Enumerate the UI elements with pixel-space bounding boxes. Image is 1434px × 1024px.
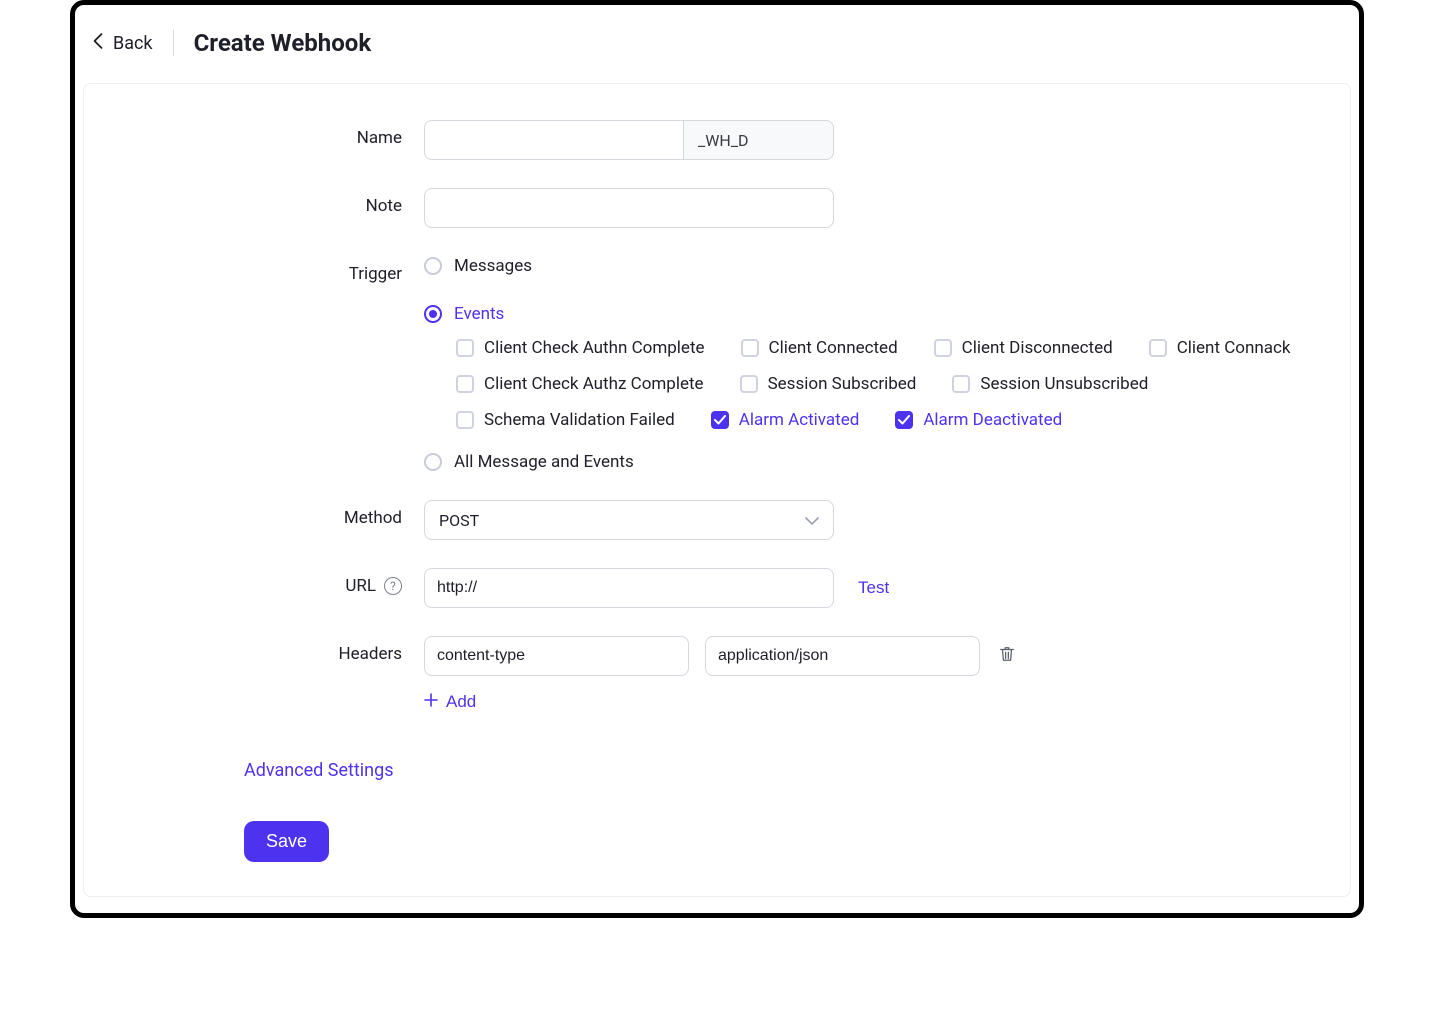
radio-label-events: Events (454, 304, 504, 324)
event-label: Session Unsubscribed (980, 374, 1148, 394)
method-label: Method (124, 500, 424, 528)
save-button[interactable]: Save (244, 821, 329, 862)
event-checkbox[interactable]: Client Disconnected (934, 338, 1113, 358)
chevron-left-icon (93, 33, 103, 54)
url-label: URL (345, 576, 376, 596)
header-key-input[interactable] (424, 636, 689, 676)
checkbox-icon (895, 411, 913, 429)
name-label: Name (124, 120, 424, 148)
trigger-radio-messages[interactable]: Messages (424, 256, 1310, 276)
event-label: Client Check Authn Complete (484, 338, 705, 358)
radio-label-messages: Messages (454, 256, 532, 276)
event-label: Client Check Authz Complete (484, 374, 704, 394)
trigger-radio-events[interactable]: Events (424, 304, 1310, 324)
radio-icon (424, 305, 442, 323)
back-label: Back (113, 33, 153, 54)
checkbox-icon (952, 375, 970, 393)
event-checkbox[interactable]: Client Connected (741, 338, 898, 358)
event-checkbox[interactable]: Client Connack (1149, 338, 1291, 358)
event-checkbox[interactable]: Schema Validation Failed (456, 410, 675, 430)
radio-label-all: All Message and Events (454, 452, 634, 472)
event-label: Client Disconnected (962, 338, 1113, 358)
radio-icon (424, 453, 442, 471)
divider (173, 30, 174, 56)
radio-icon (424, 257, 442, 275)
checkbox-icon (740, 375, 758, 393)
page-title: Create Webhook (194, 29, 372, 57)
trash-icon (998, 645, 1016, 667)
checkbox-icon (711, 411, 729, 429)
chevron-down-icon (805, 511, 819, 530)
event-label: Alarm Activated (739, 410, 860, 430)
trigger-label: Trigger (124, 256, 424, 284)
add-header-button[interactable]: Add (424, 692, 476, 712)
help-icon[interactable]: ? (384, 577, 402, 595)
event-checkbox[interactable]: Alarm Activated (711, 410, 860, 430)
checkbox-icon (741, 339, 759, 357)
note-label: Note (124, 188, 424, 216)
advanced-settings-link[interactable]: Advanced Settings (244, 760, 394, 781)
event-checkbox[interactable]: Session Subscribed (740, 374, 917, 394)
plus-icon (424, 692, 438, 712)
name-suffix: _WH_D (684, 120, 834, 160)
event-label: Alarm Deactivated (923, 410, 1062, 430)
test-button[interactable]: Test (858, 578, 889, 598)
event-checkbox[interactable]: Alarm Deactivated (895, 410, 1062, 430)
event-label: Schema Validation Failed (484, 410, 675, 430)
event-label: Client Connected (769, 338, 898, 358)
method-value: POST (439, 511, 479, 530)
name-input[interactable] (424, 120, 684, 160)
event-label: Session Subscribed (768, 374, 917, 394)
url-label-wrap: URL ? (124, 568, 424, 596)
event-checkbox[interactable]: Client Check Authn Complete (456, 338, 705, 358)
url-input[interactable] (424, 568, 834, 608)
note-input[interactable] (424, 188, 834, 228)
back-button[interactable]: Back (93, 33, 153, 54)
add-label: Add (446, 692, 476, 712)
method-select[interactable]: POST (424, 500, 834, 540)
event-checkbox[interactable]: Client Check Authz Complete (456, 374, 704, 394)
header-value-input[interactable] (705, 636, 980, 676)
checkbox-icon (456, 375, 474, 393)
form-card: Name _WH_D Note Trigger (83, 83, 1351, 897)
checkbox-icon (934, 339, 952, 357)
event-checkbox[interactable]: Session Unsubscribed (952, 374, 1148, 394)
checkbox-icon (456, 411, 474, 429)
checkbox-icon (1149, 339, 1167, 357)
event-label: Client Connack (1177, 338, 1291, 358)
delete-header-button[interactable] (996, 645, 1018, 667)
checkbox-icon (456, 339, 474, 357)
trigger-radio-all[interactable]: All Message and Events (424, 452, 1310, 472)
headers-label: Headers (124, 636, 424, 664)
